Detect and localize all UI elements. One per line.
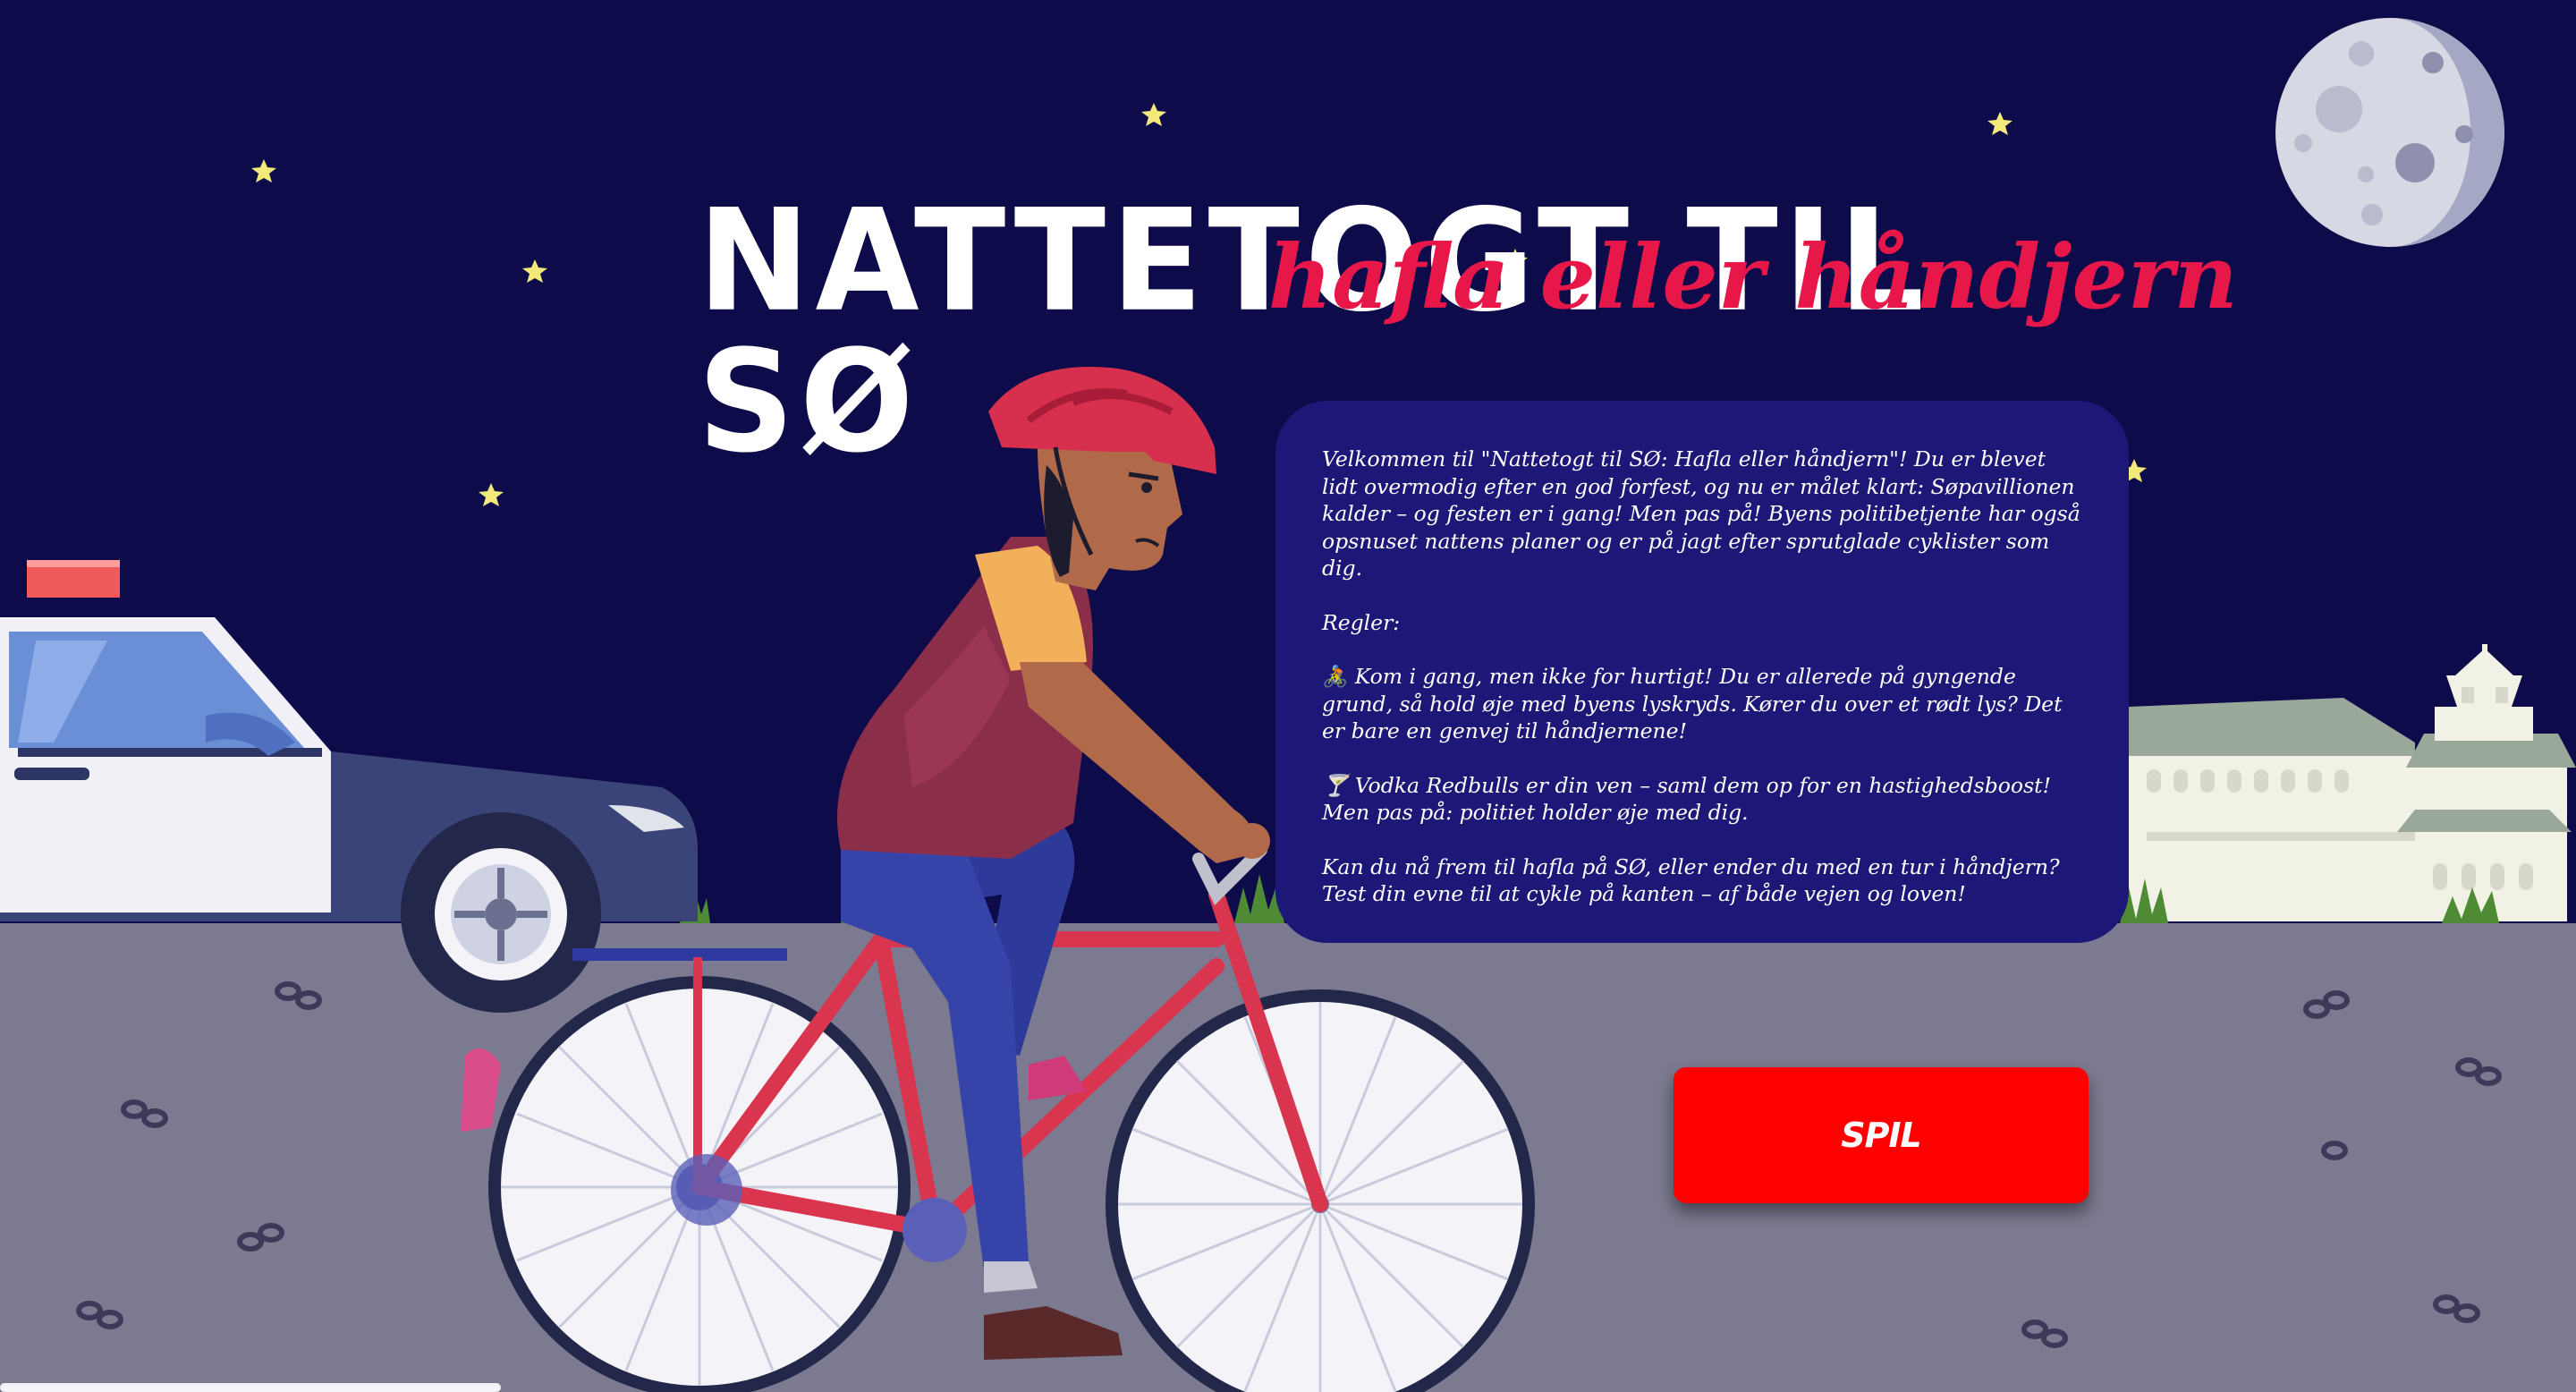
welcome-text: Velkommen til "Nattetogt til SØ: Hafla e… (1322, 446, 2080, 581)
rule-traffic-lights: 🚴 Kom i gang, men ikke for hurtigt! Du e… (1322, 664, 2063, 743)
wheel-edge (0, 1383, 501, 1392)
intro-panel: Velkommen til "Nattetogt til SØ: Hafla e… (1275, 401, 2129, 943)
moon-icon (2275, 18, 2504, 247)
rear-rack (572, 948, 787, 961)
rules-heading: Regler: (1322, 609, 1401, 635)
rule-vodka-redbull: 🍸 Vodka Redbulls er din ven – saml dem o… (1322, 772, 2052, 826)
game-subtitle: hafla eller håndjern (1268, 226, 2238, 329)
play-button[interactable]: SPIL (1674, 1067, 2089, 1203)
closing-text: Kan du nå frem til hafla på SØ, eller en… (1322, 853, 2060, 907)
